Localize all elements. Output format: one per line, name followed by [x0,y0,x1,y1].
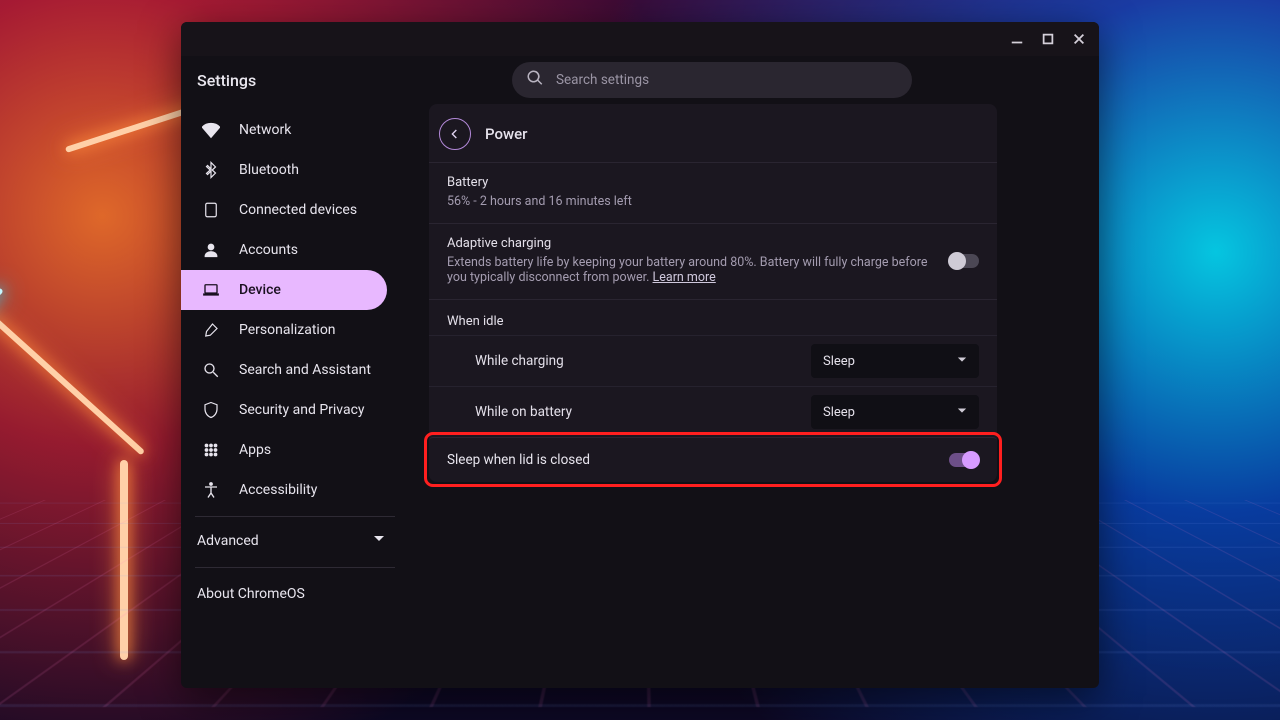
adaptive-charging-desc: Extends battery life by keeping your bat… [447,255,933,285]
sidebar-item-security-privacy[interactable]: Security and Privacy [181,390,387,430]
search-icon [201,360,221,380]
sidebar-item-accessibility[interactable]: Accessibility [181,470,387,510]
while-on-battery-row: While on battery Sleep [429,386,997,437]
wifi-icon [201,120,221,140]
sidebar-item-apps[interactable]: Apps [181,430,387,470]
sidebar-item-network[interactable]: Network [181,110,387,150]
sidebar-about-label: About ChromeOS [197,586,305,602]
sidebar-item-label: Apps [239,442,271,458]
battery-status: 56% - 2 hours and 16 minutes left [447,194,979,209]
learn-more-link[interactable]: Learn more [653,270,716,285]
chevron-down-icon [373,533,385,549]
sidebar-item-search-assistant[interactable]: Search and Assistant [181,350,387,390]
search-icon [526,69,544,91]
power-panel: Power Battery 56% - 2 hours and 16 minut… [429,104,997,482]
while-on-battery-label: While on battery [475,404,572,420]
adaptive-charging-label: Adaptive charging [447,236,933,251]
settings-window: Settings Network Bluetooth [181,22,1099,688]
sidebar-item-label: Bluetooth [239,162,299,178]
sidebar: Network Bluetooth Connected devices Acco… [181,104,415,688]
sidebar-item-label: Device [239,282,281,298]
while-charging-label: While charging [475,353,564,369]
devices-icon [201,200,221,220]
person-icon [201,240,221,260]
search-input[interactable] [556,72,898,88]
bluetooth-icon [201,160,221,180]
app-title: Settings [197,71,417,90]
while-charging-select[interactable]: Sleep [811,344,979,378]
back-button[interactable] [439,118,471,150]
app-header: Settings [181,56,1099,104]
chevron-down-icon [957,354,967,369]
window-titlebar [181,22,1099,56]
sidebar-item-accounts[interactable]: Accounts [181,230,387,270]
shield-icon [201,400,221,420]
apps-icon [201,440,221,460]
adaptive-charging-toggle[interactable] [949,254,979,268]
battery-section: Battery 56% - 2 hours and 16 minutes lef… [429,162,997,223]
panel-title: Power [485,125,527,143]
sidebar-item-label: Accounts [239,242,298,258]
sidebar-item-label: Network [239,122,291,138]
sidebar-item-label: Accessibility [239,482,317,498]
when-idle-label: When idle [429,299,997,335]
content-area: Power Battery 56% - 2 hours and 16 minut… [415,104,1099,688]
sidebar-item-label: Connected devices [239,202,357,218]
sidebar-item-bluetooth[interactable]: Bluetooth [181,150,387,190]
brush-icon [201,320,221,340]
while-on-battery-value: Sleep [823,405,855,420]
while-charging-value: Sleep [823,354,855,369]
window-minimize-button[interactable] [1003,25,1031,53]
window-close-button[interactable] [1065,25,1093,53]
panel-header: Power [429,104,997,162]
sleep-when-lid-closed-row: Sleep when lid is closed [429,437,997,482]
sidebar-advanced-label: Advanced [197,533,259,549]
sidebar-divider [195,567,395,568]
battery-label: Battery [447,175,979,190]
sidebar-item-label: Security and Privacy [239,402,365,418]
sleep-when-lid-closed-toggle[interactable] [949,453,979,467]
sidebar-divider [195,516,395,517]
window-maximize-button[interactable] [1034,25,1062,53]
search-bar[interactable] [512,62,912,98]
sidebar-item-label: Search and Assistant [239,362,371,378]
sidebar-item-personalization[interactable]: Personalization [181,310,387,350]
sidebar-about[interactable]: About ChromeOS [181,574,415,614]
sidebar-item-connected-devices[interactable]: Connected devices [181,190,387,230]
chevron-down-icon [957,405,967,420]
sleep-when-lid-closed-label: Sleep when lid is closed [447,452,590,468]
sidebar-item-label: Personalization [239,322,336,338]
while-on-battery-select[interactable]: Sleep [811,395,979,429]
laptop-icon [201,280,221,300]
while-charging-row: While charging Sleep [429,335,997,386]
sidebar-item-device[interactable]: Device [181,270,387,310]
accessibility-icon [201,480,221,500]
sidebar-advanced[interactable]: Advanced [181,521,415,561]
adaptive-charging-row: Adaptive charging Extends battery life b… [429,223,997,299]
